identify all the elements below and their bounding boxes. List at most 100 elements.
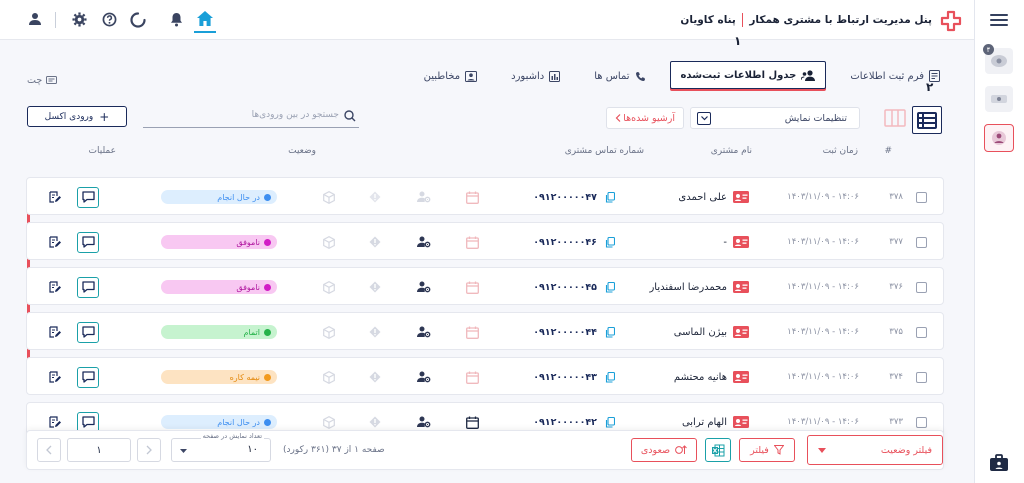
message-button[interactable] [77,186,99,208]
page-number-input[interactable]: ۱ [67,438,131,462]
table-row[interactable]: ۳۷۶ ۱۴۰۳/۱۱/۰۹ - ۱۴:۰۶ محمدرضا اسفندیار … [26,267,944,305]
customer-name: محمدرضا اسفندیار [649,281,727,293]
tab-calls[interactable]: تماس ها [584,61,655,91]
customer-name-cell[interactable]: بیژن الماسی [674,313,749,351]
sort-button[interactable]: صعودی [631,438,697,462]
message-button[interactable] [77,366,99,388]
status-badge[interactable]: ناموفق [161,235,277,249]
phone-cell[interactable]: ۰۹۱۲۰۰۰۰۰۴۷ [533,178,615,216]
customer-name: هانیه محتشم [673,371,727,383]
phone-cell[interactable]: ۰۹۱۲۰۰۰۰۰۴۵ [533,268,615,306]
tab-records-table[interactable]: جدول اطلاعات ثبت‌شده [669,61,827,89]
package-icon[interactable] [323,358,335,396]
user-icon[interactable] [28,12,42,26]
copy-icon[interactable] [605,326,615,338]
table-row[interactable]: ۳۷۷ ۱۴۰۳/۱۱/۰۹ - ۱۴:۰۶ - ۰۹۱۲۰۰۰۰۰۴۶ نام… [26,222,944,260]
per-page-label: تعداد نمایش در صفحه [200,432,264,440]
calendar-icon[interactable] [466,313,479,351]
search-input[interactable]: جستجو در بین ورودی‌ها [143,106,359,128]
edit-note-icon[interactable] [49,223,61,261]
calendar-icon[interactable] [466,358,479,396]
status-filter-select[interactable]: فیلتر وضعیت [807,435,943,465]
alert-icon[interactable] [369,223,381,261]
phone-cell[interactable]: ۰۹۱۲۰۰۰۰۰۴۴ [533,313,615,351]
row-checkbox[interactable] [916,191,927,203]
calendar-icon[interactable] [466,268,479,306]
user-settings-icon[interactable] [417,358,431,396]
alert-icon[interactable] [369,358,381,396]
customer-name-cell[interactable]: - [723,223,749,261]
tab-label: جدول اطلاعات ثبت‌شده [680,69,797,81]
caret-down-icon [818,447,826,453]
customer-name-cell[interactable]: هانیه محتشم [674,358,749,396]
user-settings-icon[interactable] [417,313,431,351]
user-settings-icon[interactable] [417,268,431,306]
copy-icon[interactable] [605,416,615,428]
tab-registration-form[interactable]: فرم ثبت اطلاعات [840,61,950,91]
message-button[interactable] [77,276,99,298]
edit-note-icon[interactable] [49,268,61,306]
status-badge[interactable]: ناموفق [161,280,277,294]
status-badge[interactable]: نیمه کاره [161,370,277,384]
alert-icon[interactable] [369,178,381,216]
per-page-select[interactable]: تعداد نمایش در صفحه ۱۰ [171,432,271,462]
tab-dashboard[interactable]: داشبورد [501,61,570,91]
search-icon [344,110,356,122]
excel-import-button[interactable]: ورودی اکسل + [27,106,127,127]
display-settings-select[interactable]: تنظیمات نمایش [690,107,860,129]
alert-icon[interactable] [369,268,381,306]
row-checkbox[interactable] [916,416,927,428]
next-page-button[interactable] [137,438,161,462]
row-checkbox[interactable] [916,371,927,383]
menu-icon[interactable] [990,11,1008,29]
help-icon[interactable] [102,12,117,27]
home-icon[interactable] [194,10,216,33]
user-settings-icon[interactable] [417,178,431,216]
message-button[interactable] [77,231,99,253]
row-checkbox[interactable] [916,326,927,338]
package-icon[interactable] [323,268,335,306]
edit-note-icon[interactable] [49,313,61,351]
sidebar-app-3-active[interactable] [984,124,1014,152]
filter-button[interactable]: فیلتر [739,438,795,462]
edit-note-icon[interactable] [49,178,61,216]
phone-cell[interactable]: ۰۹۱۲۰۰۰۰۰۴۳ [533,358,615,396]
user-settings-icon[interactable] [417,223,431,261]
edit-note-icon[interactable] [49,358,61,396]
status-badge[interactable]: در حال انجام [161,190,277,204]
package-icon[interactable] [323,178,335,216]
calendar-icon[interactable] [466,178,479,216]
copy-icon[interactable] [605,371,615,383]
grid-view-icon[interactable] [884,109,906,127]
message-button[interactable] [77,321,99,343]
row-checkbox[interactable] [916,236,927,248]
sidebar-app-2[interactable] [985,86,1013,112]
row-checkbox[interactable] [916,281,927,293]
status-badge[interactable]: در حال انجام [161,415,277,429]
calendar-icon[interactable] [466,223,479,261]
briefcase-icon[interactable] [989,454,1009,472]
customer-name-cell[interactable]: علی احمدی [678,178,749,216]
alert-icon[interactable] [369,313,381,351]
status-badge[interactable]: اتمام [161,325,277,339]
package-icon[interactable] [323,223,335,261]
phone-cell[interactable]: ۰۹۱۲۰۰۰۰۰۴۶ [533,223,615,261]
prev-page-button[interactable] [37,438,61,462]
tab-contacts[interactable]: مخاطبین [414,61,487,91]
customer-name-cell[interactable]: محمدرضا اسفندیار [649,268,749,306]
bell-icon[interactable] [170,12,183,27]
package-icon[interactable] [323,313,335,351]
copy-icon[interactable] [605,191,615,203]
archive-button[interactable]: آرشیو شده‌ها [606,107,684,129]
excel-export-button[interactable] [705,438,731,462]
sidebar-app-1[interactable]: ۴ [983,44,1013,74]
list-view-button[interactable] [912,106,942,134]
table-row[interactable]: ۳۷۵ ۱۴۰۳/۱۱/۰۹ - ۱۴:۰۶ بیژن الماسی ۰۹۱۲۰… [26,312,944,350]
table-row[interactable]: ۳۷۸ ۱۴۰۳/۱۱/۰۹ - ۱۴:۰۶ علی احمدی ۰۹۱۲۰۰۰… [26,177,944,215]
table-row[interactable]: ۳۷۴ ۱۴۰۳/۱۱/۰۹ - ۱۴:۰۶ هانیه محتشم ۰۹۱۲۰… [26,357,944,395]
form-icon [929,70,940,82]
chat-toggle[interactable]: چت [27,75,58,86]
gear-icon[interactable] [72,12,87,27]
copy-icon[interactable] [605,236,615,248]
copy-icon[interactable] [605,281,615,293]
